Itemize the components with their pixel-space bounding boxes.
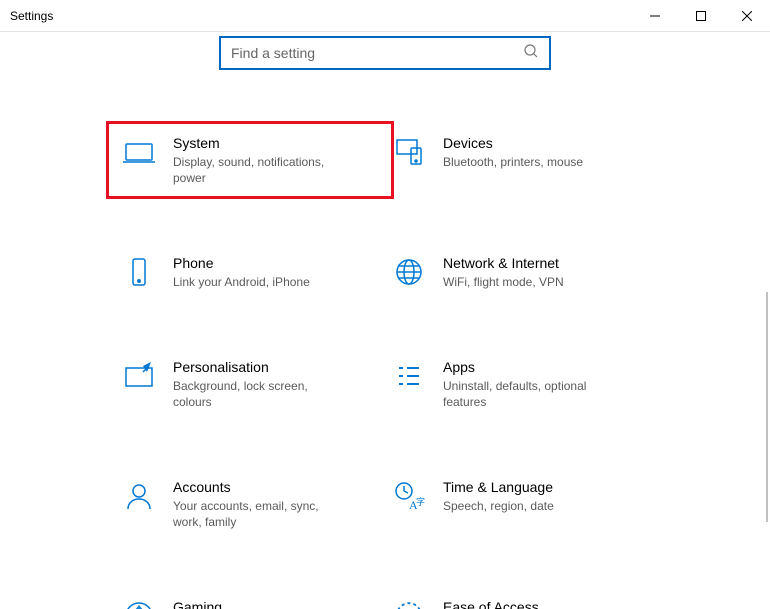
titlebar: Settings	[0, 0, 770, 32]
tile-devices[interactable]: Devices Bluetooth, printers, mouse	[385, 130, 655, 190]
tile-title: Personalisation	[173, 358, 343, 376]
tile-apps[interactable]: Apps Uninstall, defaults, optional featu…	[385, 354, 655, 414]
tile-title: Ease of Access	[443, 598, 613, 609]
tile-title: Network & Internet	[443, 254, 564, 272]
time-language-icon: A 字	[393, 480, 427, 514]
window-title: Settings	[10, 9, 53, 23]
tile-time-language[interactable]: A 字 Time & Language Speech, region, date	[385, 474, 655, 534]
tile-desc: Background, lock screen, colours	[173, 378, 343, 410]
tile-personalisation[interactable]: Personalisation Background, lock screen,…	[115, 354, 385, 414]
accounts-icon	[123, 480, 157, 514]
tile-desc: WiFi, flight mode, VPN	[443, 274, 564, 290]
close-button[interactable]	[724, 0, 770, 31]
tile-system[interactable]: System Display, sound, notifications, po…	[115, 130, 385, 190]
search-input[interactable]	[231, 45, 523, 61]
tile-title: Gaming	[173, 598, 343, 609]
content-area: System Display, sound, notifications, po…	[0, 32, 770, 609]
maximize-button[interactable]	[678, 0, 724, 31]
settings-grid: System Display, sound, notifications, po…	[115, 130, 655, 609]
tile-desc: Speech, region, date	[443, 498, 554, 514]
search-box[interactable]	[219, 36, 551, 70]
tile-ease-of-access[interactable]: Ease of Access Narrator, magnifier, high…	[385, 594, 655, 609]
tile-title: Accounts	[173, 478, 343, 496]
globe-icon	[393, 256, 427, 290]
gaming-icon	[123, 600, 157, 609]
apps-icon	[393, 360, 427, 394]
tile-title: Phone	[173, 254, 310, 272]
tile-title: System	[173, 134, 343, 152]
tile-desc: Bluetooth, printers, mouse	[443, 154, 583, 170]
devices-icon	[393, 136, 427, 170]
tile-desc: Your accounts, email, sync, work, family	[173, 498, 343, 530]
window-controls	[632, 0, 770, 31]
tile-network[interactable]: Network & Internet WiFi, flight mode, VP…	[385, 250, 655, 294]
scrollbar[interactable]	[766, 292, 768, 522]
minimize-button[interactable]	[632, 0, 678, 31]
system-icon	[123, 136, 157, 170]
tile-title: Apps	[443, 358, 613, 376]
tile-title: Devices	[443, 134, 583, 152]
tile-desc: Display, sound, notifications, power	[173, 154, 343, 186]
tile-gaming[interactable]: Gaming Xbox Game Bar, captures, Game Mod…	[115, 594, 385, 609]
svg-text:字: 字	[416, 496, 425, 507]
tile-accounts[interactable]: Accounts Your accounts, email, sync, wor…	[115, 474, 385, 534]
search-icon	[523, 43, 539, 64]
personalisation-icon	[123, 360, 157, 394]
phone-icon	[123, 256, 157, 290]
ease-of-access-icon	[393, 600, 427, 609]
tile-phone[interactable]: Phone Link your Android, iPhone	[115, 250, 385, 294]
tile-desc: Uninstall, defaults, optional features	[443, 378, 613, 410]
tile-desc: Link your Android, iPhone	[173, 274, 310, 290]
tile-title: Time & Language	[443, 478, 554, 496]
